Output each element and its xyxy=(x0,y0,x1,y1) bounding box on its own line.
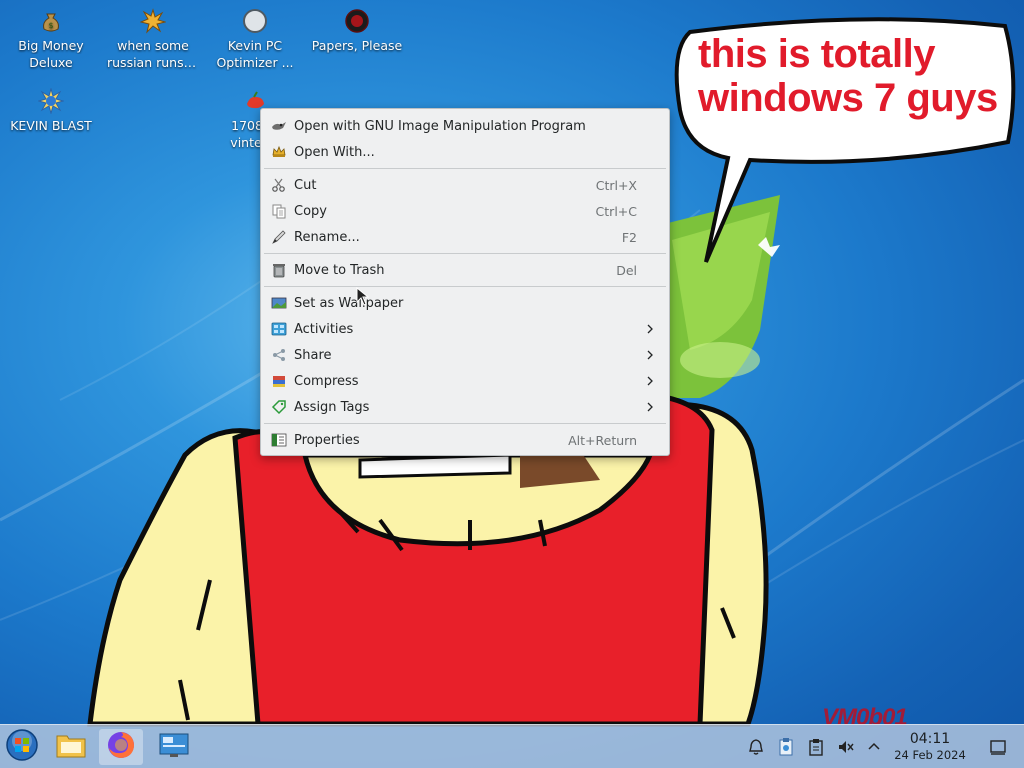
taskbar-firefox-button[interactable] xyxy=(99,729,143,765)
menu-item-shortcut: Ctrl+X xyxy=(595,177,637,193)
volume-muted-icon[interactable] xyxy=(836,737,856,757)
menu-item-label: Cut xyxy=(294,177,317,193)
menu-item-open-with-gimp[interactable]: Open with GNU Image Manipulation Program xyxy=(261,113,669,139)
start-button[interactable] xyxy=(0,729,44,765)
scissors-icon xyxy=(271,177,287,193)
file-manager-icon xyxy=(55,730,87,764)
submenu-arrow-icon xyxy=(645,399,655,415)
menu-item-shortcut: Ctrl+C xyxy=(595,203,637,219)
papers-please-icon xyxy=(344,8,370,34)
wallpaper-icon xyxy=(271,295,287,311)
menu-item-open-with[interactable]: Open With... xyxy=(261,139,669,165)
taskbar-file-manager-button[interactable] xyxy=(49,729,93,765)
menu-separator xyxy=(264,423,666,424)
menu-item-label: Assign Tags xyxy=(294,399,370,415)
menu-item-label: Move to Trash xyxy=(294,262,385,278)
menu-item-share[interactable]: Share xyxy=(261,342,669,368)
desktop-icon-label: when some xyxy=(117,38,189,53)
desktop-icon-label: Big Money xyxy=(18,38,84,53)
desktop-icon-label: KEVIN BLAST xyxy=(10,118,92,133)
desktop-icon-label: Optimizer ... xyxy=(216,55,294,70)
menu-item-move-to-trash[interactable]: Move to Trash Del xyxy=(261,257,669,283)
submenu-arrow-icon xyxy=(645,347,655,363)
gimp-icon xyxy=(271,118,287,134)
svg-text:$: $ xyxy=(48,21,53,30)
copy-icon xyxy=(271,203,287,219)
tray-expand-icon[interactable] xyxy=(864,737,884,757)
desktop-icon-russian[interactable]: when some russian runs ... xyxy=(105,8,201,71)
clock[interactable]: 04:11 24 Feb 2024 xyxy=(886,731,974,763)
menu-separator xyxy=(264,253,666,254)
money-bag-icon: $ xyxy=(38,8,64,34)
properties-icon xyxy=(271,432,287,448)
tag-icon xyxy=(271,399,287,415)
desktop-icon-big-money-deluxe[interactable]: $ Big Money Deluxe xyxy=(3,8,99,71)
desktop-icon-label: Papers, Please xyxy=(311,38,403,53)
taskbar: 04:11 24 Feb 2024 xyxy=(0,724,1024,768)
desktop-icon-papers-please[interactable]: Papers, Please xyxy=(309,8,405,54)
menu-item-set-as-wallpaper[interactable]: Set as Wallpaper xyxy=(261,290,669,316)
menu-separator xyxy=(264,168,666,169)
desktop-icon-label: Deluxe xyxy=(29,55,73,70)
taskbar-system-settings-button[interactable] xyxy=(152,729,196,765)
open-with-icon xyxy=(271,144,287,160)
clipboard-app-icon[interactable] xyxy=(776,737,796,757)
menu-item-label: Set as Wallpaper xyxy=(294,295,404,311)
context-menu: Open with GNU Image Manipulation Program… xyxy=(260,108,670,456)
desktop-icon-label: Kevin PC xyxy=(227,38,283,53)
clock-date: 24 Feb 2024 xyxy=(894,748,966,762)
submenu-arrow-icon xyxy=(645,373,655,389)
menu-item-label: Activities xyxy=(294,321,354,337)
desktop-icon-kevin-pc-optimizer[interactable]: Kevin PC Optimizer ... xyxy=(207,8,303,71)
menu-item-shortcut: Del xyxy=(616,262,637,278)
trash-icon xyxy=(271,262,287,278)
desktop-icon-label: russian runs ... xyxy=(107,55,200,70)
menu-item-rename[interactable]: Rename... F2 xyxy=(261,224,669,250)
activities-icon xyxy=(271,321,287,337)
compress-icon xyxy=(271,373,287,389)
menu-item-label: Copy xyxy=(294,203,327,219)
menu-item-cut[interactable]: Cut Ctrl+X xyxy=(261,172,669,198)
menu-item-compress[interactable]: Compress xyxy=(261,368,669,394)
notifications-icon[interactable] xyxy=(746,737,766,757)
share-icon xyxy=(271,347,287,363)
menu-item-assign-tags[interactable]: Assign Tags xyxy=(261,394,669,420)
menu-item-shortcut: F2 xyxy=(621,229,637,245)
menu-item-label: Rename... xyxy=(294,229,360,245)
mouse-pointer-icon xyxy=(356,286,370,311)
system-settings-icon xyxy=(158,731,190,763)
menu-separator xyxy=(264,286,666,287)
menu-item-label: Open with GNU Image Manipulation Program xyxy=(294,118,586,134)
menu-item-shortcut: Alt+Return xyxy=(568,432,637,448)
desktop-icon-kevin-blast[interactable]: KEVIN BLAST xyxy=(3,87,99,134)
menu-item-label: Open With... xyxy=(294,144,375,160)
menu-item-label: Properties xyxy=(294,432,360,448)
explosion-icon xyxy=(139,8,167,34)
show-desktop-icon[interactable] xyxy=(988,737,1008,757)
menu-item-activities[interactable]: Activities xyxy=(261,316,669,342)
menu-item-properties[interactable]: Properties Alt+Return xyxy=(261,427,669,453)
compass-icon xyxy=(242,8,268,34)
rename-icon xyxy=(271,229,287,245)
submenu-arrow-icon xyxy=(645,321,655,337)
firefox-icon xyxy=(106,730,136,764)
start-orb-icon xyxy=(5,728,39,766)
menu-item-label: Share xyxy=(294,347,332,363)
clock-time: 04:11 xyxy=(909,731,951,747)
clipboard-icon[interactable] xyxy=(806,737,826,757)
speech-bubble-text: this is totally windows 7 guys xyxy=(698,32,998,120)
blast-icon xyxy=(37,87,65,115)
menu-item-label: Compress xyxy=(294,373,359,389)
menu-item-copy[interactable]: Copy Ctrl+C xyxy=(261,198,669,224)
